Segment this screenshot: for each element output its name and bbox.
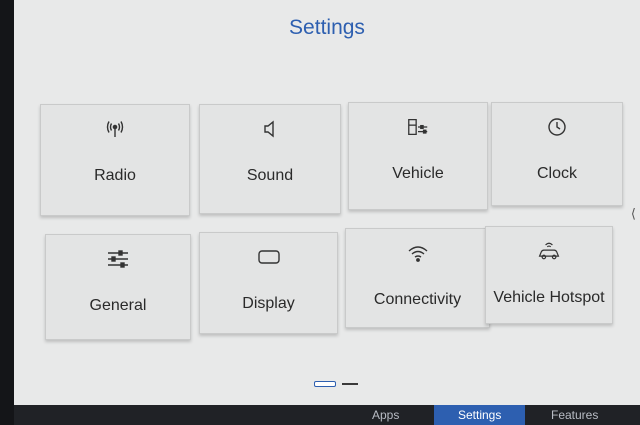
tile-clock[interactable]: Clock [491, 102, 623, 206]
screen-bezel [0, 0, 14, 425]
tile-display[interactable]: Display [199, 232, 338, 334]
tile-vehicle-hotspot[interactable]: Vehicle Hotspot [485, 226, 613, 324]
page-indicator[interactable] [314, 381, 358, 387]
tile-general[interactable]: General [45, 234, 191, 340]
wifi-icon [406, 241, 430, 265]
clock-icon [545, 115, 569, 139]
bottom-nav-bar: Apps Settings Features [14, 405, 640, 425]
page-title: Settings [289, 16, 365, 39]
tile-vehicle[interactable]: Vehicle [348, 102, 488, 210]
speaker-icon [258, 117, 282, 141]
settings-screen: Settings Radio Sound Vehicle Clock Gener… [14, 0, 640, 405]
display-icon [257, 245, 281, 269]
tile-label: Vehicle [392, 165, 444, 182]
tile-sound[interactable]: Sound [199, 104, 341, 214]
nav-tab-features[interactable]: Features [551, 408, 598, 422]
vehicle-settings-icon [406, 115, 430, 139]
tile-connectivity[interactable]: Connectivity [345, 228, 490, 328]
radio-antenna-icon [103, 117, 127, 141]
page-dot[interactable] [342, 383, 358, 385]
nav-tab-apps[interactable]: Apps [372, 408, 399, 422]
page-dot-active[interactable] [314, 381, 336, 387]
tile-label: Radio [94, 167, 136, 184]
tile-label: Connectivity [373, 291, 462, 308]
car-hotspot-icon [537, 239, 561, 263]
tile-label: Vehicle Hotspot [493, 289, 605, 306]
tile-label: General [89, 297, 147, 314]
nav-tab-settings[interactable]: Settings [434, 405, 526, 425]
tile-label: Clock [536, 165, 577, 182]
tile-label: Sound [246, 167, 294, 184]
tile-label: Display [242, 295, 295, 312]
sliders-icon [106, 247, 130, 271]
scroll-left-icon[interactable]: ⟨ [631, 206, 636, 222]
tile-radio[interactable]: Radio [40, 104, 190, 216]
